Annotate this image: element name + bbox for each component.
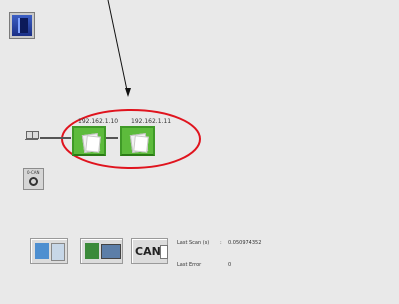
node-ip-label: 192.162.1.10 [78,118,119,125]
annotation-arrow-head [125,88,131,97]
annotation-arrow-line [107,0,129,96]
tools-icon [35,243,49,259]
node-ip-label: 192.162.1.11 [131,118,172,125]
last-scan-value: 0.050974352 [228,240,262,246]
last-scan-label: Last Scan (s) [177,240,210,246]
tools-button-1[interactable] [30,238,68,264]
last-scan-sep: : [220,240,222,246]
can-button[interactable]: CAN [131,238,168,264]
can-label: CAN [135,245,161,258]
tools-button-2[interactable] [80,238,123,264]
network-connector-icon [24,129,40,145]
monitor-tools-icon [85,243,99,259]
port-icon [29,177,38,186]
last-error-label: Last Error [177,262,202,268]
network-node-2[interactable] [120,126,155,156]
can-port-label: 0-CAN [27,170,40,175]
last-error-value: 0 [228,262,232,268]
can-port-button[interactable]: 0-CAN [23,168,44,190]
network-node-1[interactable] [72,126,106,156]
